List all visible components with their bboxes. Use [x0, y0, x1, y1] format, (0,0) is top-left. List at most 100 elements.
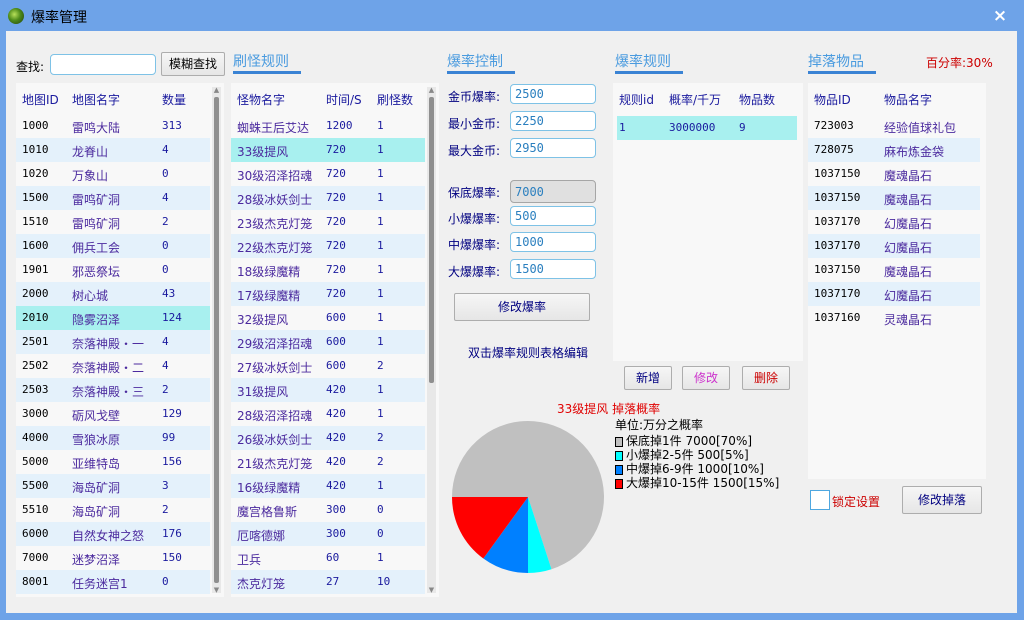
map-row[interactable]: 1010 龙脊山 4 [16, 138, 210, 162]
map-row[interactable]: 8001 任务迷宫1 0 [16, 570, 210, 594]
scroll-up-icon[interactable]: ▲ [213, 87, 220, 94]
drop-item-row[interactable]: 1037150 魔魂晶石 [808, 258, 980, 282]
map-name-cell: 自然女神之怒 [72, 529, 145, 543]
column-header-count[interactable]: 数量 [162, 91, 186, 108]
spawn-row[interactable]: 17级绿魔精 720 1 [231, 282, 425, 306]
map-id-cell: 1000 [22, 119, 49, 132]
spawn-row[interactable]: 22级杰克灯笼 720 1 [231, 234, 425, 258]
item-name-cell: 幻魔晶石 [884, 217, 933, 231]
column-header-time[interactable]: 时间/S [326, 91, 362, 108]
spawn-row[interactable]: 27级冰妖剑士 600 2 [231, 354, 425, 378]
column-header-monster-name[interactable]: 怪物名字 [237, 91, 285, 108]
fuzzy-search-button[interactable]: 模糊查找 [161, 52, 225, 76]
column-header-map-name[interactable]: 地图名字 [72, 91, 120, 108]
drop-item-row[interactable]: 1037160 灵魂晶石 [808, 306, 980, 330]
column-header-rate[interactable]: 概率/千万 [669, 91, 721, 108]
map-row[interactable]: 2501 奈落神殿・一 4 [16, 330, 210, 354]
spawn-row[interactable]: 30级沼泽招魂 720 1 [231, 162, 425, 186]
drop-item-row[interactable]: 1037170 幻魔晶石 [808, 282, 980, 306]
drop-item-row[interactable]: 728075 麻布炼金袋 [808, 138, 980, 162]
map-count-cell: 124 [162, 311, 182, 324]
lock-settings-checkbox[interactable] [810, 490, 830, 510]
map-count-cell: 2 [162, 215, 169, 228]
spawn-row[interactable]: 31级提风 420 1 [231, 378, 425, 402]
column-header-item-count[interactable]: 物品数 [739, 91, 775, 108]
modify-drop-button[interactable]: 修改掉落 [902, 486, 982, 514]
spawn-row[interactable]: 33级提风 720 1 [231, 138, 425, 162]
spawn-row[interactable]: 23级杰克灯笼 720 1 [231, 210, 425, 234]
add-rule-button[interactable]: 新增 [624, 366, 672, 390]
spawn-row[interactable]: 厄喀德娜 300 0 [231, 522, 425, 546]
search-input[interactable] [50, 54, 156, 75]
map-row[interactable]: 1000 雷鸣大陆 313 [16, 114, 210, 138]
small-rate-input[interactable] [510, 206, 596, 226]
map-row[interactable]: 1500 雷鸣矿洞 4 [16, 186, 210, 210]
medium-rate-input[interactable] [510, 232, 596, 252]
spawn-row[interactable]: 16级绿魔精 420 1 [231, 474, 425, 498]
spawn-scroll-thumb[interactable] [429, 97, 434, 383]
spawn-row[interactable]: 21级杰克灯笼 420 2 [231, 450, 425, 474]
column-header-map-id[interactable]: 地图ID [22, 91, 59, 108]
min-gold-input[interactable] [510, 111, 596, 131]
map-name-cell: 隐雾沼泽 [72, 313, 121, 327]
map-row[interactable]: 5000 亚维特岛 156 [16, 450, 210, 474]
maps-scrollbar[interactable]: ▲ ▼ [212, 87, 221, 594]
max-gold-input[interactable] [510, 138, 596, 158]
spawn-scrollbar[interactable]: ▲ ▼ [427, 87, 436, 594]
map-row[interactable]: 6000 自然女神之怒 176 [16, 522, 210, 546]
map-row[interactable]: 2503 奈落神殿・三 2 [16, 378, 210, 402]
column-header-rule-id[interactable]: 规则id [619, 91, 654, 108]
map-row[interactable]: 2000 树心城 43 [16, 282, 210, 306]
spawn-row[interactable]: 蜘蛛王后艾达 1200 1 [231, 114, 425, 138]
lock-settings-label[interactable]: 锁定设置 [832, 493, 880, 510]
delete-rule-button[interactable]: 删除 [742, 366, 790, 390]
map-row[interactable]: 1600 佣兵工会 0 [16, 234, 210, 258]
large-rate-input[interactable] [510, 259, 596, 279]
monster-name-cell: 28级沼泽招魂 [237, 409, 313, 423]
item-id-cell: 1037150 [814, 191, 861, 204]
drop-rule-row[interactable]: 1 3000000 9 [617, 116, 797, 140]
map-id-cell: 1600 [22, 239, 49, 252]
gold-rate-input[interactable] [510, 84, 596, 104]
scroll-down-icon[interactable]: ▼ [213, 587, 220, 594]
map-row[interactable]: 1510 雷鸣矿洞 2 [16, 210, 210, 234]
item-name-cell: 灵魂晶石 [884, 313, 933, 327]
base-rate-input [510, 180, 596, 203]
modify-rate-button[interactable]: 修改爆率 [454, 293, 590, 321]
map-row[interactable]: 1020 万象山 0 [16, 162, 210, 186]
spawn-row[interactable]: 18级绿魔精 720 1 [231, 258, 425, 282]
maps-scroll-thumb[interactable] [214, 97, 219, 583]
scroll-down-icon[interactable]: ▼ [428, 587, 435, 594]
map-row[interactable]: 2010 隐雾沼泽 124 [16, 306, 210, 330]
map-row[interactable]: 5500 海岛矿洞 3 [16, 474, 210, 498]
spawn-row[interactable]: 28级沼泽招魂 420 1 [231, 402, 425, 426]
column-header-item-name[interactable]: 物品名字 [884, 91, 932, 108]
spawn-row[interactable]: 29级沼泽招魂 600 1 [231, 330, 425, 354]
spawn-row[interactable]: 26级冰妖剑士 420 2 [231, 426, 425, 450]
scroll-up-icon[interactable]: ▲ [428, 87, 435, 94]
map-name-cell: 雷鸣矿洞 [72, 217, 121, 231]
drop-item-row[interactable]: 1037150 魔魂晶石 [808, 186, 980, 210]
map-row[interactable]: 5510 海岛矿洞 2 [16, 498, 210, 522]
spawn-row[interactable]: 卫兵 60 1 [231, 546, 425, 570]
map-row[interactable]: 4000 雪狼冰原 99 [16, 426, 210, 450]
map-name-cell: 万象山 [72, 169, 109, 183]
drop-item-row[interactable]: 723003 经验值球礼包 [808, 114, 980, 138]
map-row[interactable]: 3000 砺风戈壁 129 [16, 402, 210, 426]
map-row[interactable]: 1901 邪恶祭坛 0 [16, 258, 210, 282]
map-row[interactable]: 7000 迷梦沼泽 150 [16, 546, 210, 570]
edit-rule-button[interactable]: 修改 [682, 366, 730, 390]
spawn-time-cell: 27 [326, 575, 340, 588]
item-name-cell: 幻魔晶石 [884, 289, 933, 303]
close-icon[interactable]: × [990, 6, 1010, 26]
spawn-row[interactable]: 杰克灯笼 27 10 [231, 570, 425, 594]
drop-item-row[interactable]: 1037170 幻魔晶石 [808, 234, 980, 258]
spawn-row[interactable]: 28级冰妖剑士 720 1 [231, 186, 425, 210]
drop-item-row[interactable]: 1037150 魔魂晶石 [808, 162, 980, 186]
map-row[interactable]: 2502 奈落神殿・二 4 [16, 354, 210, 378]
column-header-spawn-count[interactable]: 刷怪数 [377, 91, 413, 108]
spawn-row[interactable]: 32级提风 600 1 [231, 306, 425, 330]
spawn-row[interactable]: 魔宫格鲁斯 300 0 [231, 498, 425, 522]
drop-item-row[interactable]: 1037170 幻魔晶石 [808, 210, 980, 234]
column-header-item-id[interactable]: 物品ID [814, 91, 851, 108]
